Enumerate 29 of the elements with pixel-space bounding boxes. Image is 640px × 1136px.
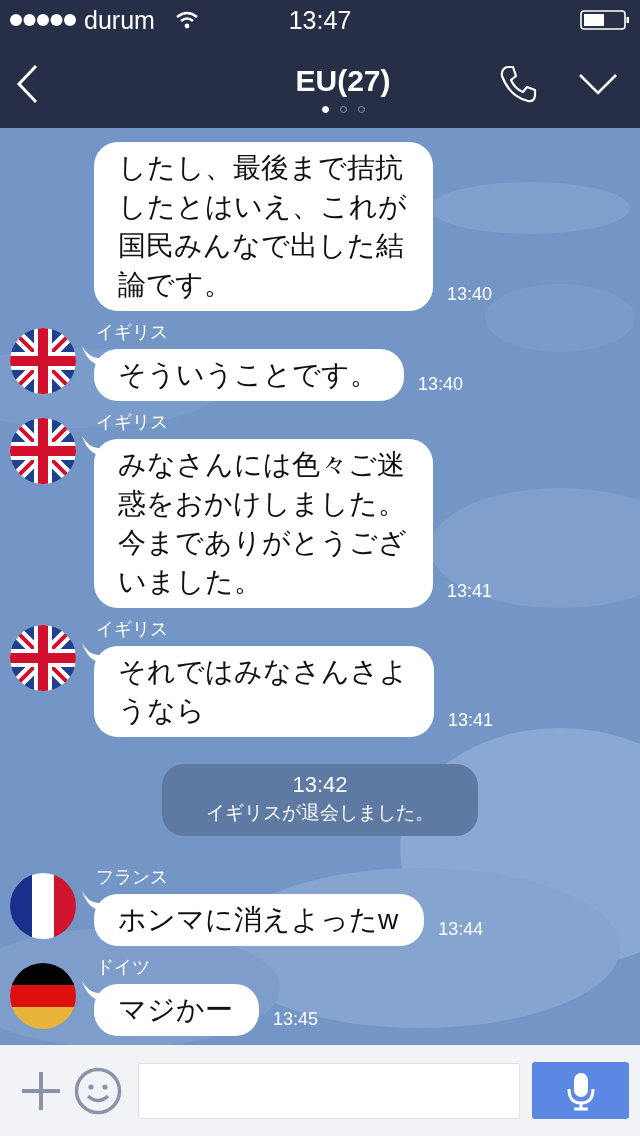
notice-text: イギリスが退会しました。 — [206, 801, 434, 825]
chevron-down-icon[interactable] — [578, 73, 618, 95]
chat-title: EU(27) — [295, 63, 391, 98]
sender-name: イギリス — [96, 411, 169, 434]
sender-name: フランス — [96, 866, 169, 889]
microphone-icon — [565, 1070, 596, 1111]
flag-avatar-icon[interactable] — [10, 963, 76, 1029]
message-time: 13:41 — [447, 581, 493, 602]
carrier-name: durum — [84, 5, 155, 35]
wifi-icon — [174, 11, 199, 29]
message-input[interactable] — [138, 1062, 520, 1119]
plus-icon[interactable] — [20, 1069, 62, 1112]
signal-icon — [10, 13, 76, 27]
sender-name: イギリス — [96, 618, 169, 641]
message-time: 13:40 — [447, 284, 493, 305]
sender-name: ドイツ — [96, 956, 151, 979]
battery-icon — [580, 10, 630, 30]
emoji-icon[interactable] — [74, 1066, 122, 1115]
voice-button[interactable] — [532, 1062, 629, 1119]
flag-avatar-icon[interactable] — [10, 873, 76, 939]
message-time: 13:41 — [448, 710, 494, 731]
status-time: 13:47 — [288, 5, 352, 35]
message-time: 13:44 — [438, 919, 484, 940]
phone-icon[interactable] — [498, 64, 538, 104]
back-icon[interactable] — [16, 64, 38, 104]
message-time: 13:45 — [273, 1009, 319, 1030]
sender-name: イギリス — [96, 321, 169, 344]
notice-time: 13:42 — [292, 772, 348, 798]
message-time: 13:40 — [418, 374, 464, 395]
